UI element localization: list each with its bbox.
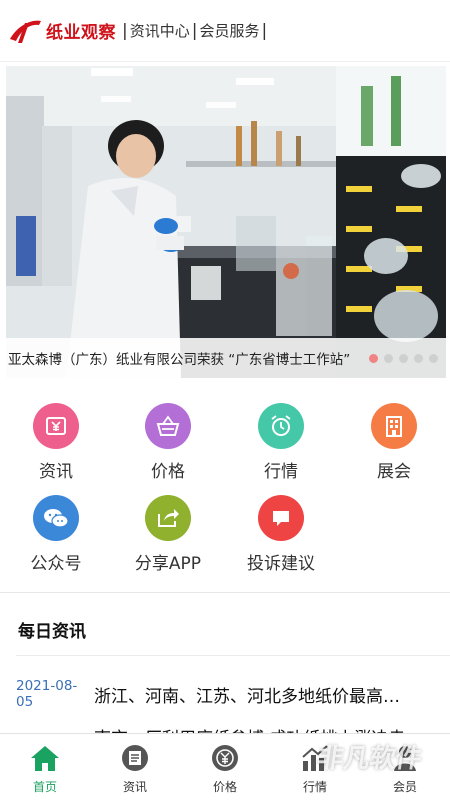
carousel-dot[interactable] [429,353,438,363]
grid-item-official-account[interactable]: 公众号 [0,495,112,574]
grid-item-complaint[interactable]: 投诉建议 [225,495,337,574]
tab-label: 首页 [32,780,57,794]
carousel-dot[interactable] [399,353,408,363]
nav-member-service[interactable]: 会员服务 [199,20,259,41]
tab-label: 行情 [302,780,327,794]
alarm-clock-icon [258,403,304,449]
grid-item-news[interactable]: 资讯 [0,403,112,482]
tab-price[interactable]: 价格 [180,734,270,800]
grid-item-market[interactable]: 行情 [225,403,337,482]
banner-caption[interactable]: 亚太森博（广东）纸业有限公司荣获 “广东省博士工作站” [8,348,369,368]
carousel-dot[interactable] [369,353,378,363]
grid-label: 分享APP [134,554,202,574]
grid-label: 投诉建议 [247,554,315,574]
grid-label: 资讯 [39,462,73,482]
basket-icon [145,403,191,449]
grid-item-price[interactable]: 价格 [112,403,224,482]
banner-lab-image [6,66,446,378]
home-icon [29,742,61,774]
grid-item-exhibition[interactable]: 展会 [338,403,450,482]
app-header: 纸业观察 | 资讯中心 | 会员服务 | [0,0,450,62]
tab-home[interactable]: 首页 [0,734,90,800]
yen-ticket-icon [33,403,79,449]
nav-separator: | [191,20,198,41]
news-icon [119,742,151,774]
grid-label: 行情 [264,462,298,482]
section-divider [0,592,450,593]
banner-carousel[interactable]: 亚太森博（广东）纸业有限公司荣获 “广东省博士工作站” [6,66,446,378]
grid-label: 展会 [377,462,411,482]
tab-label: 资讯 [122,780,147,794]
grid-item-share-app[interactable]: 分享APP [112,495,224,574]
list-item[interactable]: 2021-08-05 浙江、河南、江苏、河北多地纸价最高… [16,678,436,710]
price-icon [209,742,241,774]
brand-name[interactable]: 纸业观察 [46,18,116,43]
brand-logo-icon[interactable] [8,17,42,45]
wechat-icon [33,495,79,541]
building-icon [371,403,417,449]
nav-separator: | [122,20,128,41]
tab-news[interactable]: 资讯 [90,734,180,800]
carousel-dot[interactable] [414,353,423,363]
grid-label: 价格 [151,462,185,482]
watermark-logo: 非凡软件 [315,744,424,774]
carousel-dot[interactable] [384,353,393,363]
message-icon [258,495,304,541]
grid-label: 公众号 [30,554,82,574]
share-icon [145,495,191,541]
news-date: 2021-08-05 [16,678,78,710]
nav-separator: | [261,20,268,41]
tab-label: 会员 [392,780,417,794]
news-title[interactable]: 浙江、河南、江苏、河北多地纸价最高… [94,682,400,707]
carousel-indicators [369,353,446,363]
nav-news-center[interactable]: 资讯中心 [130,20,190,41]
daily-news-title: 每日资讯 [18,622,86,642]
tab-label: 价格 [212,780,237,794]
banner-caption-bar: 亚太森博（广东）纸业有限公司荣获 “广东省博士工作站” [6,338,446,378]
section-divider [16,655,450,656]
